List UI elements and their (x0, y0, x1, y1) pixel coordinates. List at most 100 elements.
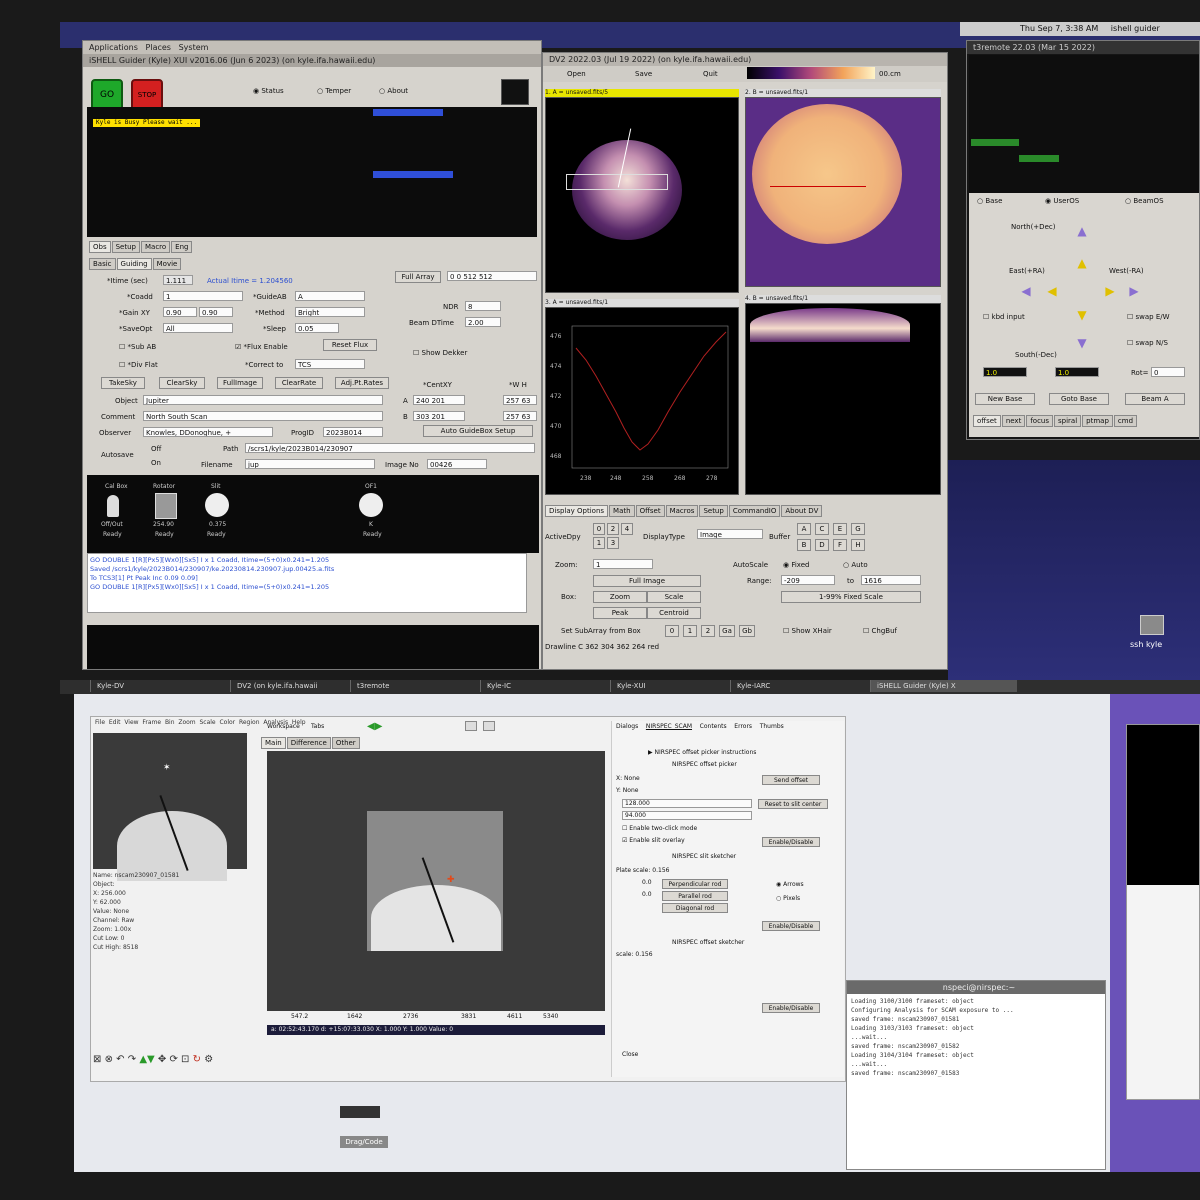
range-high-field[interactable]: 1616 (861, 575, 921, 585)
enable-disable-offset-button[interactable]: Enable/Disable (762, 1003, 820, 1013)
coadd-field[interactable]: 1 (163, 291, 243, 301)
subtab-guiding[interactable]: Guiding (116, 258, 152, 270)
tab-math[interactable]: Math (609, 505, 635, 517)
menu-places[interactable]: Places (146, 43, 171, 52)
pixels-radio[interactable]: ○ Pixels (776, 895, 800, 902)
beam-b-cent[interactable]: 303 201 (413, 411, 465, 421)
task-kyle-dv[interactable]: Kyle-DV (90, 680, 207, 692)
display-d[interactable] (745, 303, 941, 495)
tab-dialogs[interactable]: Dialogs (616, 723, 638, 730)
radio-temper[interactable]: ○ Temper (317, 87, 351, 95)
tab-next[interactable]: next (1001, 415, 1026, 427)
task-t3remote[interactable]: t3remote (350, 680, 467, 692)
buffer-b-button[interactable]: B (797, 539, 811, 551)
beam-a-cent[interactable]: 240 201 (413, 395, 465, 405)
subarray-0-button[interactable]: 0 (665, 625, 679, 637)
menu-frame[interactable]: Frame (142, 719, 161, 726)
menu-view[interactable]: View (124, 719, 138, 726)
two-click-checkbox[interactable]: ☐ Enable two-click mode (622, 825, 697, 832)
path-field[interactable]: /scrs1/kyle/2023B014/230907 (245, 443, 535, 453)
north-large-arrow-icon[interactable]: ▲ (1073, 223, 1091, 239)
west-large-arrow-icon[interactable]: ▶ (1125, 283, 1143, 299)
menu-applications[interactable]: Applications (89, 43, 138, 52)
dock-icon[interactable] (340, 1106, 380, 1118)
dpy-0-button[interactable]: 0 (593, 523, 605, 535)
tab-focus[interactable]: focus (1026, 415, 1054, 427)
crosshair-icon[interactable]: ⊗ (105, 1054, 113, 1065)
observer-field[interactable]: Knowles, DDonoghue, + (143, 427, 273, 437)
buffer-f-button[interactable]: F (833, 539, 847, 551)
chgbuf-checkbox[interactable]: ☐ ChgBuf (863, 627, 897, 635)
redo-icon[interactable]: ↷ (128, 1054, 136, 1065)
gainy-field[interactable]: 0.90 (199, 307, 233, 317)
lock-icon[interactable]: ⊡ (181, 1054, 189, 1065)
beam-b-wh[interactable]: 257 63 (503, 411, 537, 421)
saveopt-select[interactable]: All (163, 323, 233, 333)
bottom-label[interactable]: Drag/Code (340, 1136, 388, 1148)
task-dv2[interactable]: DV2 (on kyle.ifa.hawaii (230, 680, 347, 692)
arrows-radio[interactable]: ◉ Arrows (776, 881, 804, 888)
tab-contents[interactable]: Contents (700, 723, 727, 730)
fullimage-button[interactable]: FullImage (217, 377, 263, 389)
imageno-field[interactable]: 00426 (427, 459, 487, 469)
nav-arrows-icon[interactable]: ◀▶ (367, 721, 382, 732)
tab-offset[interactable]: Offset (635, 505, 665, 517)
log-button[interactable] (501, 79, 529, 105)
buffer-a-button[interactable]: A (797, 523, 811, 535)
adj-pt-rates-button[interactable]: Adj.Pt.Rates (335, 377, 389, 389)
show-dekker-checkbox[interactable]: ☐ Show Dekker (413, 349, 467, 357)
comment-field[interactable]: North South Scan (143, 411, 383, 421)
tab-obs[interactable]: Obs (89, 241, 111, 253)
filename-field[interactable]: jup (245, 459, 375, 469)
subarray-ga-button[interactable]: Ga (719, 625, 735, 637)
flux-enable-checkbox[interactable]: ☑ *Flux Enable (235, 343, 288, 351)
send-offset-button[interactable]: Send offset (762, 775, 820, 785)
tab-main[interactable]: Main (261, 737, 286, 749)
increment-field-1[interactable]: 1.0 (983, 367, 1027, 377)
show-xhair-checkbox[interactable]: ☐ Show XHair (783, 627, 832, 635)
method-select[interactable]: Bright (295, 307, 365, 317)
full-image-button[interactable]: Full Image (593, 575, 701, 587)
task-kyle-xui[interactable]: Kyle-XUI (610, 680, 727, 692)
subarray-2-button[interactable]: 2 (701, 625, 715, 637)
box-centroid-button[interactable]: Centroid (647, 607, 701, 619)
settings-icon[interactable] (465, 721, 477, 731)
gear-icon[interactable]: ⚙ (204, 1054, 213, 1065)
full-array-field[interactable]: 0 0 512 512 (447, 271, 537, 281)
beam-a-wh[interactable]: 257 63 (503, 395, 537, 405)
triangle-icon[interactable]: ▲▼ (139, 1054, 154, 1065)
displaytype-select[interactable]: Image (697, 529, 763, 539)
box-scale-button[interactable]: Scale (647, 591, 701, 603)
y-value-field[interactable]: 94.000 (622, 811, 752, 820)
tab-thumbs[interactable]: Thumbs (760, 723, 784, 730)
tab-setup[interactable]: Setup (699, 505, 728, 517)
box-peak-button[interactable]: Peak (593, 607, 647, 619)
display-a[interactable] (545, 97, 739, 293)
main-image-frame[interactable]: ✚ (267, 751, 605, 1011)
tab-nirspec-scam[interactable]: NIRSPEC_SCAM (646, 723, 692, 730)
reset-flux-button[interactable]: Reset Flux (323, 339, 377, 351)
close-icon[interactable] (483, 721, 495, 731)
tab-cmd[interactable]: cmd (1113, 415, 1138, 427)
fixed-scale-button[interactable]: 1-99% Fixed Scale (781, 591, 921, 603)
east-large-arrow-icon[interactable]: ◀ (1017, 283, 1035, 299)
subarray-gb-button[interactable]: Gb (739, 625, 755, 637)
dpy-2-button[interactable]: 2 (607, 523, 619, 535)
zoom-fit-icon[interactable]: ⊠ (93, 1054, 101, 1065)
tab-about-dv[interactable]: About DV (781, 505, 823, 517)
tab-difference[interactable]: Difference (286, 737, 331, 749)
xterm-output[interactable]: Loading 3100/3100 frameset: object Confi… (851, 997, 1101, 1167)
subarray-1-button[interactable]: 1 (683, 625, 697, 637)
diagonal-rod-button[interactable]: Diagonal rod (662, 903, 728, 913)
perpendicular-rod-button[interactable]: Perpendicular rod (662, 879, 728, 889)
north-small-arrow-icon[interactable]: ▲ (1073, 255, 1091, 271)
tab-display-options[interactable]: Display Options (545, 505, 609, 517)
rot-field[interactable]: 0 (1151, 367, 1185, 377)
reset-slit-center-button[interactable]: Reset to slit center (758, 799, 828, 809)
buffer-d-button[interactable]: D (815, 539, 829, 551)
menu-region[interactable]: Region (239, 719, 260, 726)
east-small-arrow-icon[interactable]: ◀ (1043, 283, 1061, 299)
full-array-button[interactable]: Full Array (395, 271, 441, 283)
task-ishell-guider[interactable]: iSHELL Guider (Kyle) X (870, 680, 1017, 692)
west-small-arrow-icon[interactable]: ▶ (1101, 283, 1119, 299)
